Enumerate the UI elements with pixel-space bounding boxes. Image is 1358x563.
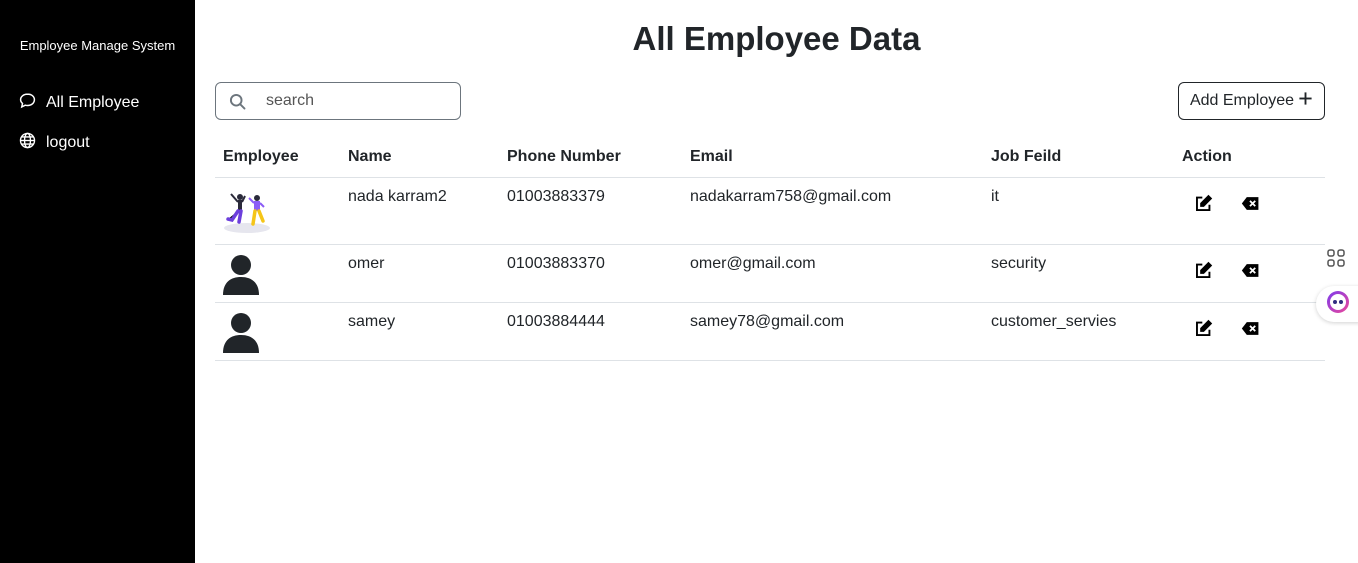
avatar-cell <box>215 177 340 245</box>
action-cell <box>1174 302 1325 361</box>
table-header-row: Employee Name Phone Number Email Job Fei… <box>215 138 1325 178</box>
action-cell <box>1174 177 1325 245</box>
sidebar-item-label: All Employee <box>46 94 140 111</box>
action-cell <box>1174 244 1325 303</box>
table-row: samey 01003884444 samey78@gmail.com cust… <box>215 302 1325 361</box>
chat-bubble-icon <box>19 92 36 114</box>
delete-icon[interactable] <box>1241 261 1260 280</box>
avatar-illustration <box>223 188 332 239</box>
column-header: Employee <box>215 138 340 178</box>
delete-icon[interactable] <box>1241 319 1260 338</box>
employee-job: customer_servies <box>983 302 1174 361</box>
edit-icon[interactable] <box>1194 194 1213 213</box>
plus-icon <box>1298 91 1313 111</box>
employee-email: nadakarram758@gmail.com <box>682 177 983 245</box>
person-icon <box>223 312 332 358</box>
table-row: omer 01003883370 omer@gmail.com security <box>215 244 1325 303</box>
page-title: All Employee Data <box>632 20 921 57</box>
employee-email: samey78@gmail.com <box>682 302 983 361</box>
employee-phone: 01003884444 <box>499 302 682 361</box>
delete-icon[interactable] <box>1241 194 1260 213</box>
employee-job: security <box>983 244 1174 303</box>
column-header: Action <box>1174 138 1325 178</box>
column-header: Email <box>682 138 983 178</box>
employee-phone: 01003883370 <box>499 244 682 303</box>
employee-name: omer <box>340 244 499 303</box>
avatar-cell <box>215 244 340 303</box>
column-header: Phone Number <box>499 138 682 178</box>
sidebar: Employee Manage System All Employee logo… <box>0 0 195 563</box>
sidebar-item-all-employee[interactable]: All Employee <box>19 92 139 114</box>
globe-icon <box>19 132 36 154</box>
person-icon <box>223 254 332 300</box>
sidebar-item-logout[interactable]: logout <box>19 132 90 154</box>
employee-name: nada karram2 <box>340 177 499 245</box>
sidebar-item-label: logout <box>46 134 90 151</box>
table-row: nada karram2 01003883379 nadakarram758@g… <box>215 177 1325 245</box>
employee-name: samey <box>340 302 499 361</box>
column-header: Name <box>340 138 499 178</box>
add-employee-button[interactable]: Add Employee <box>1178 82 1325 120</box>
assistant-widget[interactable] <box>1316 286 1358 322</box>
apps-grid-widget[interactable] <box>1316 242 1358 278</box>
column-header: Job Feild <box>983 138 1174 178</box>
employee-email: omer@gmail.com <box>682 244 983 303</box>
brand-title: Employee Manage System <box>19 38 176 53</box>
add-employee-label: Add Employee <box>1189 92 1295 109</box>
search-input[interactable] <box>266 91 451 111</box>
grid-icon <box>1326 248 1346 273</box>
assistant-icon <box>1326 290 1350 319</box>
avatar-cell <box>215 302 340 361</box>
employee-table: Employee Name Phone Number Email Job Fei… <box>215 138 1325 361</box>
search-box <box>215 82 461 120</box>
employee-phone: 01003883379 <box>499 177 682 245</box>
edit-icon[interactable] <box>1194 261 1213 280</box>
employee-job: it <box>983 177 1174 245</box>
edit-icon[interactable] <box>1194 319 1213 338</box>
